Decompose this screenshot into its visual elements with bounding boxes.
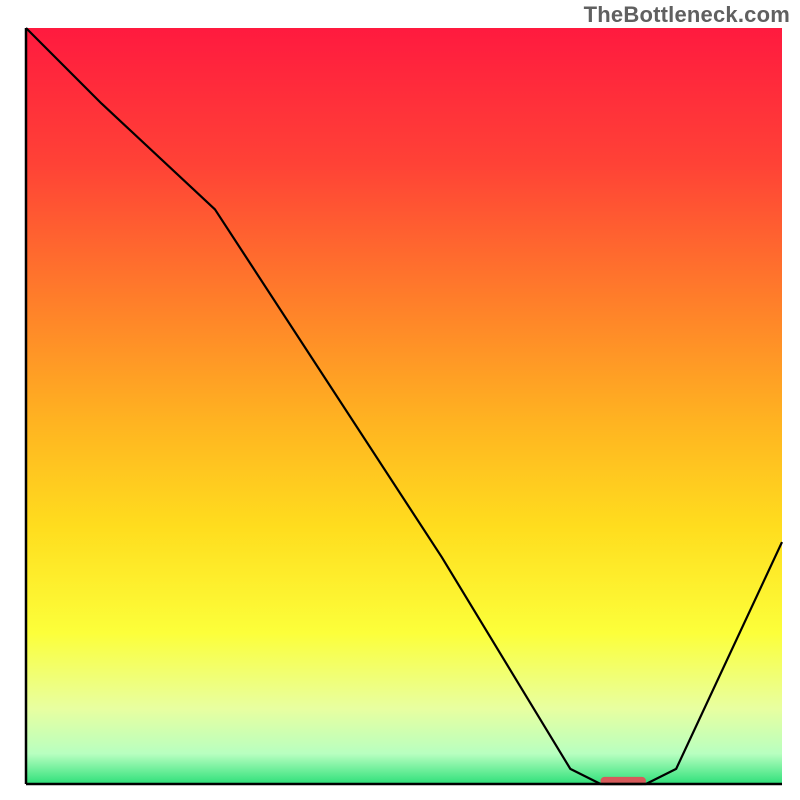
chart-container: { "watermark": "TheBottleneck.com", "cha… [0, 0, 800, 800]
bottleneck-chart [0, 0, 800, 800]
plot-background [26, 28, 782, 784]
watermark-text: TheBottleneck.com [584, 2, 790, 28]
